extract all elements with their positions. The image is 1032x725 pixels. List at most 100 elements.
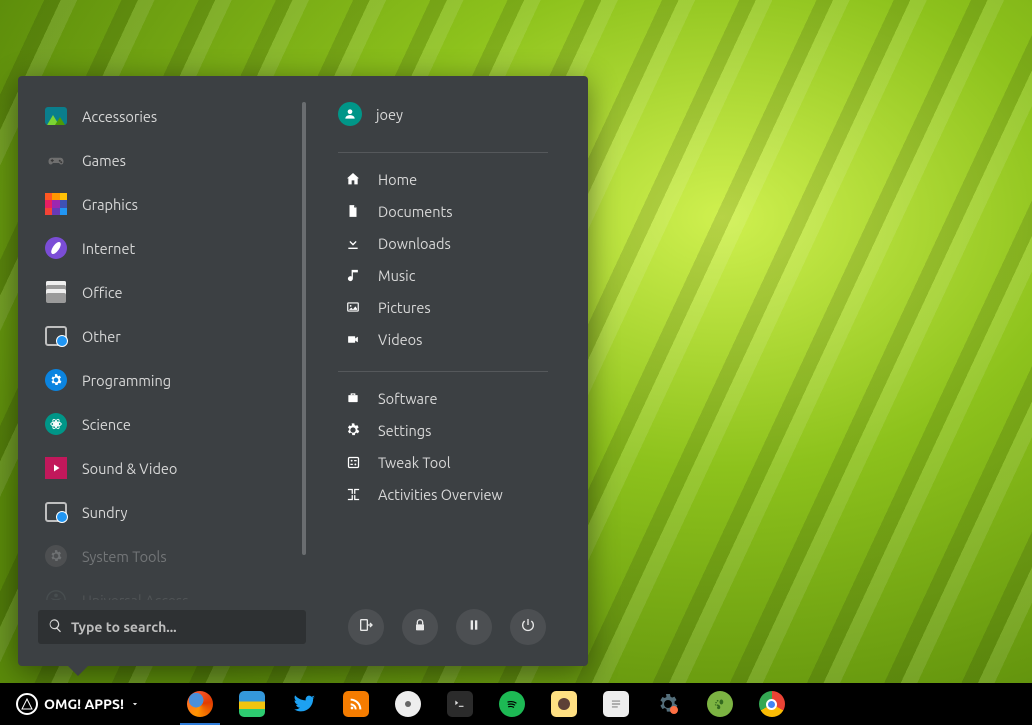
category-label: Sound & Video (82, 460, 177, 477)
home-icon (344, 170, 362, 188)
files-icon (239, 691, 265, 717)
place-music[interactable]: Music (338, 259, 568, 291)
search-box[interactable] (38, 610, 306, 644)
category-label: Internet (82, 240, 135, 257)
places-column: joey Home Documents Downloads Music P (306, 94, 568, 600)
category-universal-access[interactable]: Universal Access (38, 578, 306, 600)
chrome-icon (759, 691, 785, 717)
task-twitter[interactable] (278, 683, 330, 725)
system-label: Activities Overview (378, 486, 503, 503)
other-icon (44, 324, 68, 348)
system-software[interactable]: Software (338, 382, 568, 414)
system-label: Software (378, 390, 438, 407)
place-label: Videos (378, 331, 422, 348)
gnome-foot-icon (707, 691, 733, 717)
terminal-icon (447, 691, 473, 717)
place-label: Home (378, 171, 417, 188)
programming-icon (44, 368, 68, 392)
category-label: System Tools (82, 548, 167, 565)
spotify-icon (499, 691, 525, 717)
software-icon (344, 389, 362, 407)
search-icon (48, 618, 63, 636)
separator (338, 371, 548, 372)
lock-icon (412, 617, 428, 637)
system-label: Tweak Tool (378, 454, 451, 471)
category-graphics[interactable]: Graphics (38, 182, 306, 226)
text-editor-icon (603, 691, 629, 717)
place-documents[interactable]: Documents (338, 195, 568, 227)
task-rss[interactable] (330, 683, 382, 725)
taskbar: OMG! APPS! (0, 683, 1032, 725)
task-rhythmbox[interactable] (538, 683, 590, 725)
application-menu: Accessories Games Graphics (18, 76, 588, 666)
place-label: Documents (378, 203, 453, 220)
accessories-icon (44, 104, 68, 128)
power-icon (520, 617, 536, 637)
sundry-icon (44, 500, 68, 524)
place-videos[interactable]: Videos (338, 323, 568, 355)
separator (338, 152, 548, 153)
categories-scrollbar[interactable] (302, 102, 306, 555)
lock-button[interactable] (402, 609, 438, 645)
task-chrome[interactable] (746, 683, 798, 725)
system-settings[interactable]: Settings (338, 414, 568, 446)
category-label: Graphics (82, 196, 138, 213)
brand-label: OMG! APPS! (44, 696, 124, 712)
category-sound-video[interactable]: Sound & Video (38, 446, 306, 490)
category-programming[interactable]: Programming (38, 358, 306, 402)
suspend-button[interactable] (456, 609, 492, 645)
category-label: Office (82, 284, 123, 301)
logout-button[interactable] (348, 609, 384, 645)
system-tweak-tool[interactable]: Tweak Tool (338, 446, 568, 478)
system-tools-icon (44, 544, 68, 568)
games-icon (44, 148, 68, 172)
task-firefox[interactable] (174, 683, 226, 725)
brand-logo-icon (16, 693, 38, 715)
category-science[interactable]: Science (38, 402, 306, 446)
disc-icon (395, 691, 421, 717)
power-button[interactable] (510, 609, 546, 645)
task-disc[interactable] (382, 683, 434, 725)
category-label: Games (82, 152, 126, 169)
user-row[interactable]: joey (338, 94, 568, 134)
task-text-editor[interactable] (590, 683, 642, 725)
pause-icon (466, 617, 482, 637)
task-settings[interactable] (642, 683, 694, 725)
task-terminal[interactable] (434, 683, 486, 725)
category-internet[interactable]: Internet (38, 226, 306, 270)
place-label: Pictures (378, 299, 431, 316)
category-label: Programming (82, 372, 171, 389)
sound-video-icon (44, 456, 68, 480)
office-icon (44, 280, 68, 304)
videos-icon (344, 330, 362, 348)
category-office[interactable]: Office (38, 270, 306, 314)
categories-column: Accessories Games Graphics (38, 94, 306, 600)
category-system-tools[interactable]: System Tools (38, 534, 306, 578)
universal-access-icon (44, 588, 68, 600)
system-activities[interactable]: Activities Overview (338, 478, 568, 510)
task-gnome[interactable] (694, 683, 746, 725)
pictures-icon (344, 298, 362, 316)
place-label: Downloads (378, 235, 451, 252)
twitter-icon (291, 691, 317, 717)
internet-icon (44, 236, 68, 260)
place-pictures[interactable]: Pictures (338, 291, 568, 323)
category-label: Universal Access (82, 592, 189, 601)
category-games[interactable]: Games (38, 138, 306, 182)
place-home[interactable]: Home (338, 163, 568, 195)
logout-icon (358, 617, 374, 637)
task-spotify[interactable] (486, 683, 538, 725)
place-downloads[interactable]: Downloads (338, 227, 568, 259)
category-accessories[interactable]: Accessories (38, 94, 306, 138)
category-other[interactable]: Other (38, 314, 306, 358)
tweak-icon (344, 453, 362, 471)
rss-icon (343, 691, 369, 717)
brand-menu-button[interactable]: OMG! APPS! (10, 693, 146, 715)
science-icon (44, 412, 68, 436)
user-name: joey (376, 106, 403, 123)
task-files[interactable] (226, 683, 278, 725)
category-sundry[interactable]: Sundry (38, 490, 306, 534)
category-label: Science (82, 416, 131, 433)
user-avatar-icon (338, 102, 362, 126)
search-input[interactable] (71, 619, 296, 635)
